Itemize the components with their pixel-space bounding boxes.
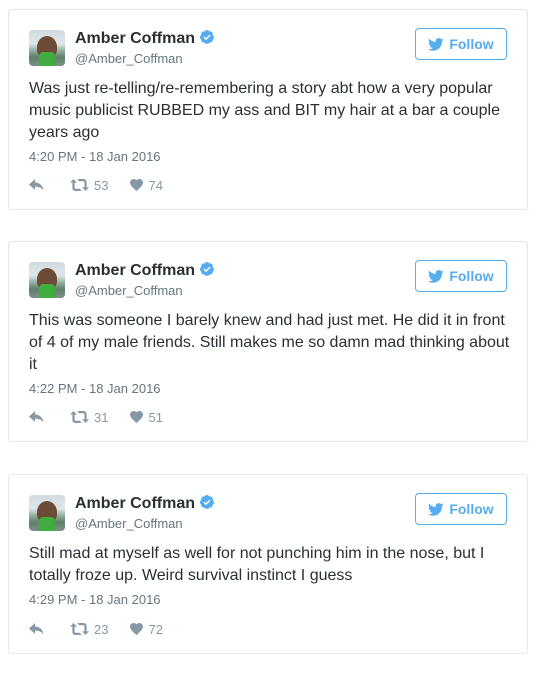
retweet-icon xyxy=(70,411,89,423)
author-name[interactable]: Amber Coffman xyxy=(75,30,195,47)
heart-icon xyxy=(130,411,144,423)
retweet-button[interactable]: 31 xyxy=(70,410,108,425)
author-handle[interactable]: @Amber_Coffman xyxy=(75,516,183,531)
like-button[interactable]: 74 xyxy=(130,177,163,193)
tweet-timestamp[interactable]: 4:20 PM - 18 Jan 2016 xyxy=(29,149,161,164)
tweet-actions: 53 74 xyxy=(29,176,163,194)
avatar[interactable] xyxy=(29,262,65,298)
tweet-timestamp[interactable]: 4:29 PM - 18 Jan 2016 xyxy=(29,592,161,607)
twitter-bird-icon xyxy=(428,37,444,51)
tweet-actions: 23 72 xyxy=(29,620,163,638)
verified-badge-icon xyxy=(200,30,215,44)
twitter-bird-icon xyxy=(428,269,444,283)
verified-badge-icon xyxy=(200,262,215,276)
heart-icon xyxy=(130,623,144,635)
like-count: 72 xyxy=(148,621,163,637)
follow-button[interactable]: Follow xyxy=(415,260,507,292)
twitter-bird-icon xyxy=(428,502,444,516)
tweet-timestamp[interactable]: 4:22 PM - 18 Jan 2016 xyxy=(29,381,161,396)
author-handle[interactable]: @Amber_Coffman xyxy=(75,283,183,298)
author-name-row[interactable]: Amber Coffman xyxy=(75,494,215,513)
reply-icon xyxy=(29,623,44,635)
reply-icon xyxy=(29,411,44,423)
tweet-text: Still mad at myself as well for not punc… xyxy=(29,545,485,584)
author-name-row[interactable]: Amber Coffman xyxy=(75,261,215,280)
author-handle[interactable]: @Amber_Coffman xyxy=(75,51,183,66)
tweet-card[interactable]: Amber Coffman @Amber_Coffman Follow This… xyxy=(8,241,528,442)
author-name[interactable]: Amber Coffman xyxy=(75,262,195,279)
reply-button[interactable] xyxy=(29,411,44,423)
follow-label: Follow xyxy=(449,268,494,284)
retweet-count: 23 xyxy=(94,621,109,637)
tweet-card[interactable]: Amber Coffman @Amber_Coffman Follow Stil… xyxy=(8,474,528,654)
tweet-card[interactable]: Amber Coffman @Amber_Coffman Follow Was … xyxy=(8,9,528,210)
tweet-text: Was just re-telling/re-remembering a sto… xyxy=(29,80,500,141)
reply-icon xyxy=(29,179,44,191)
follow-label: Follow xyxy=(449,501,494,517)
author-name-row[interactable]: Amber Coffman xyxy=(75,29,215,48)
retweet-count: 31 xyxy=(94,409,109,425)
author-name[interactable]: Amber Coffman xyxy=(75,495,195,512)
heart-icon xyxy=(130,179,144,191)
retweet-icon xyxy=(70,179,89,191)
tweet-text: This was someone I barely knew and had j… xyxy=(29,312,510,373)
retweet-button[interactable]: 53 xyxy=(70,178,108,193)
like-count: 51 xyxy=(148,409,163,425)
follow-button[interactable]: Follow xyxy=(415,28,507,60)
retweet-count: 53 xyxy=(94,177,109,193)
reply-button[interactable] xyxy=(29,623,44,635)
like-count: 74 xyxy=(148,177,163,193)
follow-label: Follow xyxy=(449,36,494,52)
tweet-actions: 31 51 xyxy=(29,408,163,426)
avatar[interactable] xyxy=(29,30,65,66)
avatar[interactable] xyxy=(29,495,65,531)
retweet-button[interactable]: 23 xyxy=(70,622,108,637)
like-button[interactable]: 72 xyxy=(130,621,163,637)
retweet-icon xyxy=(70,623,89,635)
verified-badge-icon xyxy=(200,495,215,509)
reply-button[interactable] xyxy=(29,179,44,191)
follow-button[interactable]: Follow xyxy=(415,493,507,525)
like-button[interactable]: 51 xyxy=(130,409,163,425)
